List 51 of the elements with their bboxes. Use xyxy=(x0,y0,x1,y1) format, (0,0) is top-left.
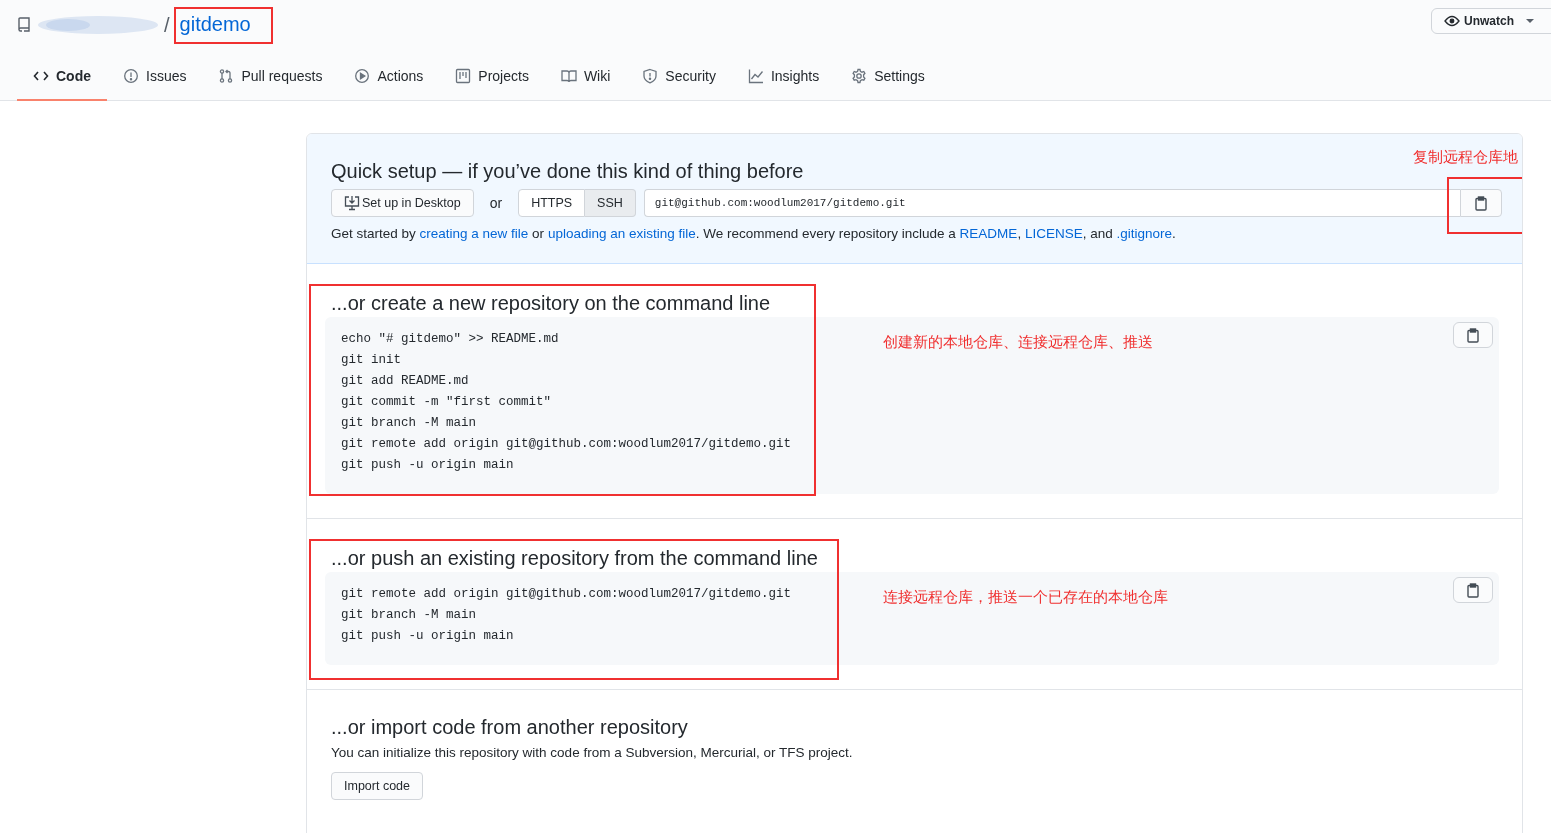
nav-tab[interactable]: Actions xyxy=(338,53,440,101)
link[interactable]: creating a new file xyxy=(419,226,529,241)
section-description: You can initialize this repository with code from a Subversion, Mercurial, or TFS project. xyxy=(331,745,854,760)
copy-button[interactable] xyxy=(1460,189,1502,217)
path-separator: / xyxy=(164,13,170,37)
link[interactable]: uploading an existing file xyxy=(547,226,696,241)
repo-name-link[interactable]: gitdemo xyxy=(173,6,273,44)
copy-button[interactable] xyxy=(1453,577,1493,603)
nav-tab[interactable]: Security xyxy=(626,53,732,101)
help-text: Get started by creating a new file or uploading an existing file. We recommend every repository include a README, LICENSE, and .gitignore. xyxy=(331,226,1177,241)
annotation-text: 创建新的本地仓库、连接远程仓库、推送 xyxy=(883,333,1153,352)
nav-tab[interactable]: Pull requests xyxy=(202,53,339,101)
nav-tab[interactable]: Insights xyxy=(731,53,836,101)
desktop-download-icon xyxy=(344,195,360,211)
board-icon xyxy=(455,68,472,84)
nav-tab[interactable]: Wiki xyxy=(544,53,627,101)
or-label: or xyxy=(489,195,503,211)
issue-icon xyxy=(123,68,139,84)
copy-button[interactable] xyxy=(1453,322,1493,348)
code-text: echo "# gitdemo" >> README.md git init git add README.md git commit -m "first commit" git branch -M main git remote add origin git@github.com:woodlum2017/gitdemo.git git push -u origin main xyxy=(341,331,792,474)
link[interactable]: LICENSE xyxy=(1024,226,1083,241)
code-text: git remote add origin git@github.com:woodlum2017/gitdemo.git git branch -M main git push -u origin main xyxy=(341,586,792,645)
protocol-toggle[interactable]: HTTPS xyxy=(518,189,586,217)
shield-icon xyxy=(642,68,659,84)
clipboard-icon xyxy=(1475,195,1487,211)
nav-tab[interactable]: Projects xyxy=(439,53,545,101)
graph-icon xyxy=(747,68,764,84)
pull-request-icon xyxy=(218,68,235,84)
section-title: ...or create a new repository on the command line xyxy=(331,292,772,315)
set-up-in-desktop-button[interactable]: Set up in Desktop xyxy=(331,189,474,217)
link[interactable]: .gitignore xyxy=(1116,226,1172,241)
nav-tab[interactable]: Code xyxy=(17,53,107,101)
import-code-button[interactable]: Import code xyxy=(331,772,423,800)
section-title: ...or push an existing repository from the command line xyxy=(331,547,819,570)
annotation-text: 复制远程仓库地 xyxy=(1413,148,1518,167)
annotation-text: 连接远程仓库，推送一个已存在的本地仓库 xyxy=(883,588,1168,607)
clone-url-field[interactable]: git@github.com:woodlum2017/gitdemo.git xyxy=(643,189,1460,217)
unwatch-button[interactable]: Unwatch xyxy=(1431,8,1551,34)
quick-setup-title: Quick setup — if you’ve done this kind of thing before xyxy=(331,160,805,183)
settings-icon xyxy=(851,68,868,84)
eye-icon xyxy=(1444,15,1460,27)
caret-icon xyxy=(1526,19,1534,23)
section-title: ...or import code from another repository xyxy=(331,716,689,739)
nav-tab[interactable]: Issues xyxy=(107,53,203,101)
clipboard-icon xyxy=(1467,327,1479,343)
nav-tab[interactable]: Settings xyxy=(835,53,941,101)
protocol-toggle[interactable]: SSH xyxy=(585,189,636,217)
clipboard-icon xyxy=(1467,582,1479,598)
play-icon xyxy=(354,68,371,84)
repo-icon xyxy=(18,17,30,33)
book-icon xyxy=(560,68,577,84)
